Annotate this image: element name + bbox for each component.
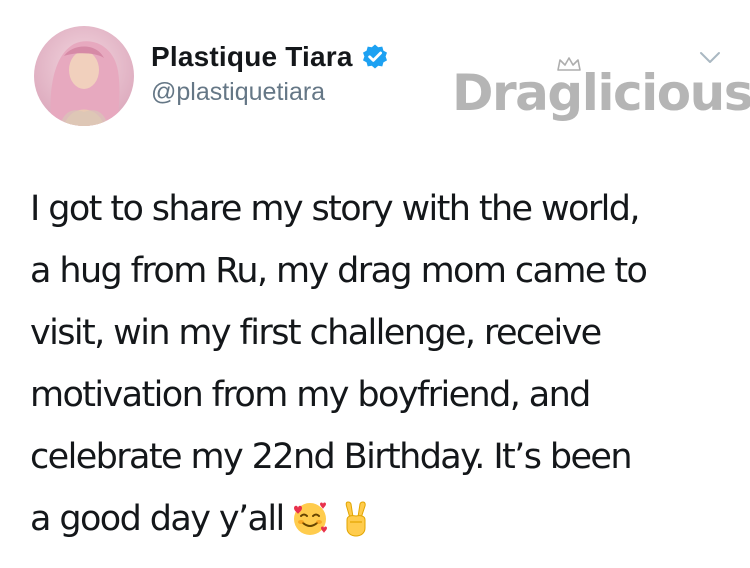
handle[interactable]: @plastiquetiara — [151, 78, 389, 107]
tweet-line-last: a good day y’all — [30, 488, 720, 550]
smiling-face-with-hearts-icon — [290, 496, 330, 536]
tweet-line: I got to share my story with the world, — [30, 189, 641, 229]
tweet-line: celebrate my 22nd Birthday. It’s been — [30, 437, 633, 477]
tweet-line: visit, win my first challenge, receive — [30, 313, 602, 353]
tweet-text: I got to share my story with the world, … — [30, 178, 720, 550]
avatar[interactable] — [34, 26, 134, 126]
watermark-text: Draglicious — [452, 64, 750, 122]
verified-badge-icon — [361, 43, 389, 71]
victory-hand-icon — [336, 496, 376, 537]
display-name[interactable]: Plastique Tiara — [151, 41, 353, 73]
tweet-line: motivation from my boyfriend, and — [30, 375, 591, 415]
tweet-line-text: a good day y’all — [30, 499, 285, 539]
tweet-line: a hug from Ru, my drag mom came to — [30, 251, 648, 291]
watermark: Draglicious — [452, 56, 750, 136]
author-block: Plastique Tiara @plastiquetiara — [151, 40, 389, 107]
tweet-card: Plastique Tiara @plastiquetiara Draglici… — [0, 0, 750, 568]
name-row: Plastique Tiara — [151, 40, 389, 74]
